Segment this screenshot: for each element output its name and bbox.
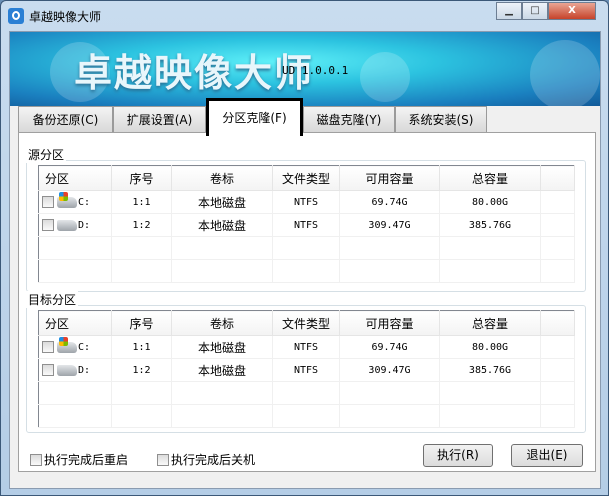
hard-drive-icon [57,219,77,231]
empty-row [38,404,575,428]
version-label: UD 1.0.0.1 [282,64,349,77]
empty-row [38,381,575,405]
drive-letter: D: [78,220,91,231]
execute-button[interactable]: 执行(R) [423,444,493,467]
free-cell: 69.74G [339,190,440,214]
col-volume[interactable]: 卷标 [171,165,273,191]
volume-cell: 本地磁盘 [171,358,273,382]
app-icon [8,8,24,24]
shutdown-after-option[interactable]: 执行完成后关机 [157,451,255,468]
total-cell: 385.76G [439,358,541,382]
maximize-button[interactable]: □ [522,2,548,20]
reboot-label: 执行完成后重启 [44,453,129,467]
free-cell: 309.47G [339,358,440,382]
tab-disk-clone[interactable]: 磁盘克隆(Y) [303,106,395,132]
table-row[interactable]: C: 1:1 本地磁盘 NTFS 69.74G 80.00G [38,190,575,214]
col-free[interactable]: 可用容量 [339,165,440,191]
free-cell: 309.47G [339,213,440,237]
tab-system-install[interactable]: 系统安装(S) [395,106,487,132]
row-checkbox[interactable] [42,364,54,376]
tab-partition-clone[interactable]: 分区克隆(F) [206,98,303,136]
fs-cell: NTFS [272,335,340,359]
source-group-label: 源分区 [26,146,67,163]
col-filler [540,165,575,191]
volume-cell: 本地磁盘 [171,213,273,237]
client-area: 卓越映像大师 UD 1.0.0.1 备份还原(C) 扩展设置(A) 分区克隆(F… [9,31,601,489]
index-cell: 1:1 [111,190,172,214]
source-partition-table: 分区 序号 卷标 文件类型 可用容量 总容量 C: 1:1 本地磁盘 NTFS … [38,165,575,283]
reboot-after-option[interactable]: 执行完成后重启 [30,451,128,468]
banner-title: 卓越映像大师 [74,51,315,95]
row-checkbox[interactable] [42,219,54,231]
col-filesystem[interactable]: 文件类型 [272,165,340,191]
fs-cell: NTFS [272,190,340,214]
fs-cell: NTFS [272,213,340,237]
target-group-label: 目标分区 [26,291,79,308]
tab-extended-settings[interactable]: 扩展设置(A) [113,106,206,132]
system-drive-icon [57,191,77,208]
table-row[interactable]: C: 1:1 本地磁盘 NTFS 69.74G 80.00G [38,335,575,359]
banner: 卓越映像大师 UD 1.0.0.1 [10,32,600,106]
index-cell: 1:1 [111,335,172,359]
index-cell: 1:2 [111,213,172,237]
col-filesystem[interactable]: 文件类型 [272,310,340,336]
col-volume[interactable]: 卷标 [171,310,273,336]
drive-letter: C: [78,197,91,208]
empty-row [38,259,575,283]
col-index[interactable]: 序号 [111,165,172,191]
col-partition[interactable]: 分区 [38,165,112,191]
tab-backup-restore[interactable]: 备份还原(C) [18,106,113,132]
shutdown-label: 执行完成后关机 [171,453,256,467]
row-checkbox[interactable] [42,341,54,353]
col-total[interactable]: 总容量 [439,165,541,191]
banner-bubble [360,52,410,102]
free-cell: 69.74G [339,335,440,359]
index-cell: 1:2 [111,358,172,382]
row-checkbox[interactable] [42,196,54,208]
table-row[interactable]: D: 1:2 本地磁盘 NTFS 309.47G 385.76G [38,213,575,237]
reboot-checkbox[interactable] [30,453,42,466]
col-index[interactable]: 序号 [111,310,172,336]
col-filler [540,310,575,336]
shutdown-checkbox[interactable] [157,453,169,466]
table-row[interactable]: D: 1:2 本地磁盘 NTFS 309.47G 385.76G [38,358,575,382]
fs-cell: NTFS [272,358,340,382]
target-partition-table: 分区 序号 卷标 文件类型 可用容量 总容量 C: 1:1 本地磁盘 NTFS … [38,310,575,428]
col-total[interactable]: 总容量 [439,310,541,336]
volume-cell: 本地磁盘 [171,335,273,359]
minimize-button[interactable]: ▁ [496,2,522,20]
hard-drive-icon [57,364,77,376]
total-cell: 385.76G [439,213,541,237]
exit-button[interactable]: 退出(E) [511,444,583,467]
app-window: 卓越映像大师 ▁ □ X 卓越映像大师 UD 1.0.0.1 备份还原(C) 扩… [0,0,609,496]
system-drive-icon [57,336,77,353]
volume-cell: 本地磁盘 [171,190,273,214]
banner-bubble [530,40,600,106]
total-cell: 80.00G [439,190,541,214]
close-button[interactable]: X [548,2,596,20]
empty-row [38,236,575,260]
col-free[interactable]: 可用容量 [339,310,440,336]
window-title: 卓越映像大师 [29,10,102,24]
col-partition[interactable]: 分区 [38,310,112,336]
drive-letter: D: [78,365,91,376]
drive-letter: C: [78,342,91,353]
total-cell: 80.00G [439,335,541,359]
